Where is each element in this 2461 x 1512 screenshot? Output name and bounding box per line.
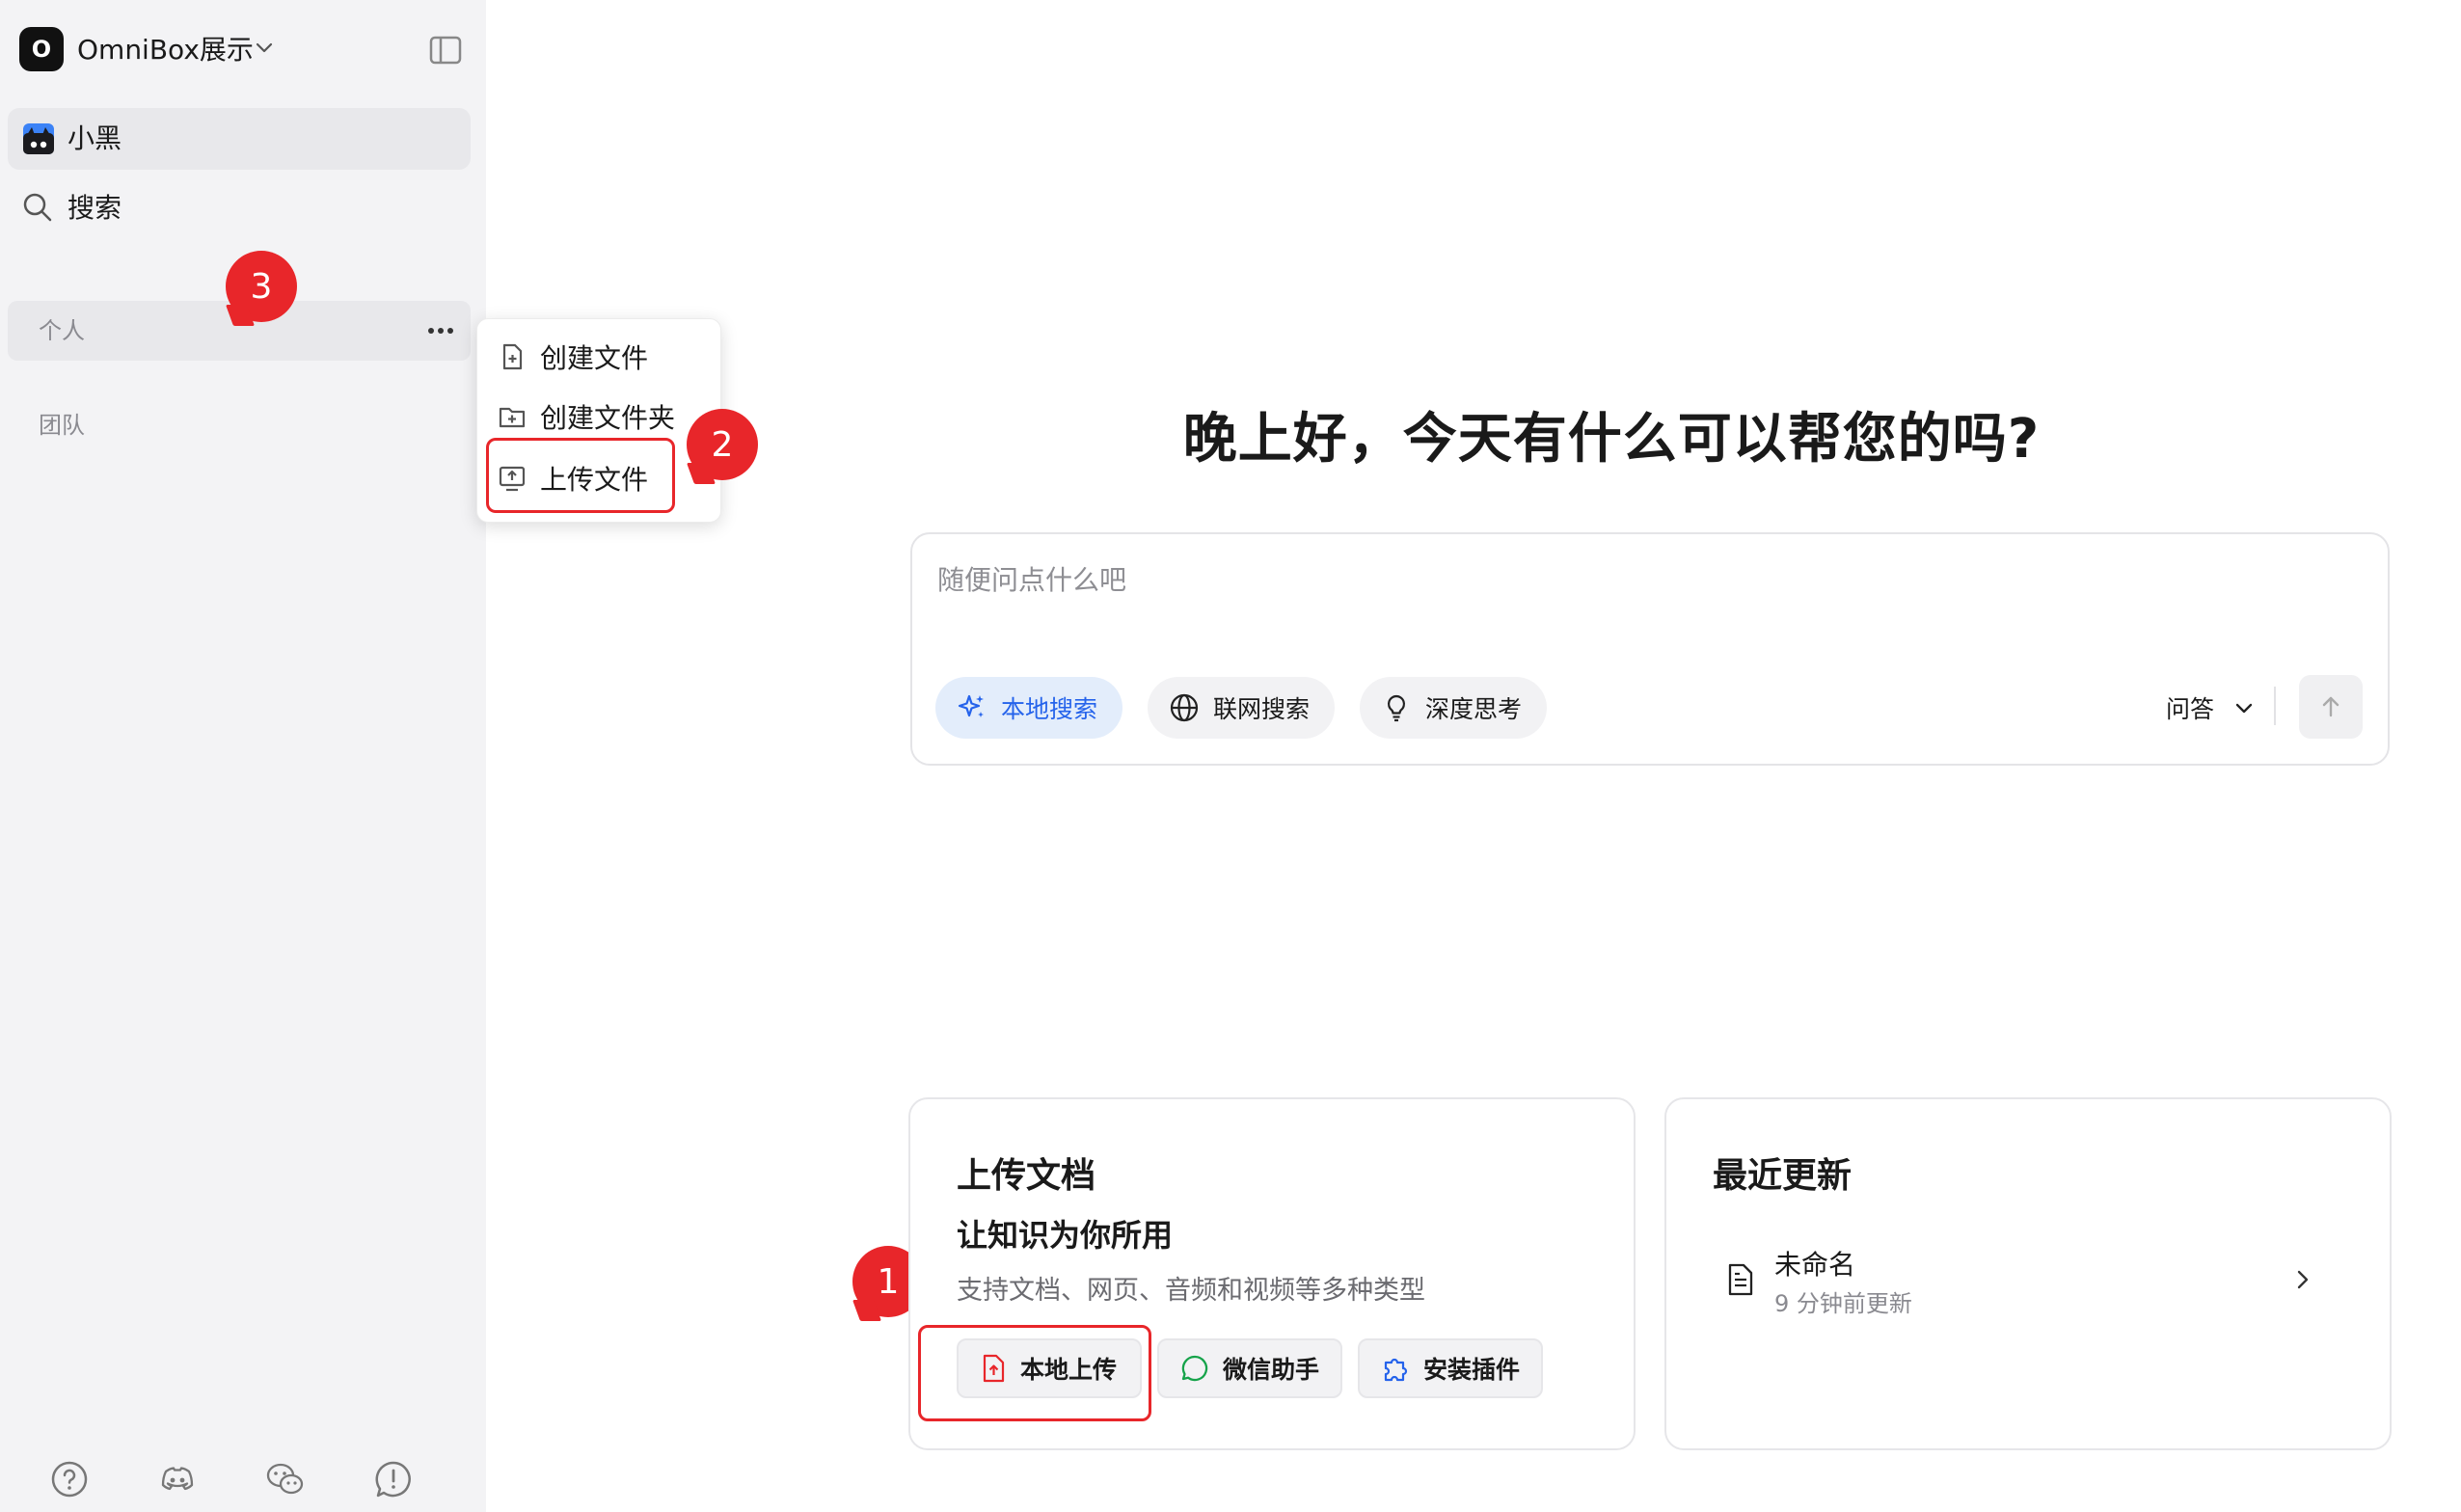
document-icon <box>1726 1263 1755 1296</box>
recent-item-time: 9 分钟前更新 <box>1774 1290 1912 1317</box>
menu-item-create-file[interactable]: 创建文件 <box>498 330 710 384</box>
sidebar-user-name: 小黑 <box>68 122 122 154</box>
chat-input-box[interactable] <box>910 532 2390 766</box>
file-plus-icon <box>498 342 527 371</box>
chevron-down-icon[interactable] <box>2233 698 2255 719</box>
folder-plus-icon <box>498 402 527 431</box>
chat-input-placeholder[interactable]: 随便问点什么吧 <box>937 559 1126 598</box>
lightbulb-icon <box>1381 692 1412 723</box>
pill-label: 深度思考 <box>1425 695 1523 723</box>
pill-label: 本地搜索 <box>1001 695 1098 723</box>
search-icon[interactable] <box>21 191 54 224</box>
callout-step-2: 2 <box>687 409 758 480</box>
callout-step-3: 3 <box>226 251 297 322</box>
puzzle-icon <box>1381 1354 1410 1383</box>
wechat-assistant-button[interactable]: 微信助手 <box>1157 1338 1342 1398</box>
mode-selector[interactable]: 问答 <box>2166 690 2214 725</box>
sidebar-toggle-icon[interactable] <box>428 35 463 66</box>
upload-card-subtitle: 让知识为你所用 <box>957 1217 1174 1254</box>
sparkle-icon <box>957 692 987 723</box>
workspace-logo[interactable]: O <box>19 27 64 71</box>
section-label-personal: 个人 <box>39 317 85 344</box>
chevron-down-icon[interactable] <box>253 37 276 60</box>
page-title: 晚上好，今天有什么可以帮您的吗? <box>1182 408 2041 471</box>
globe-icon <box>1169 692 1200 723</box>
install-plugin-button[interactable]: 安装插件 <box>1358 1338 1543 1398</box>
button-label: 微信助手 <box>1223 1356 1320 1384</box>
pill-web-search[interactable]: 联网搜索 <box>1148 677 1336 739</box>
chat-bubble-icon <box>1180 1354 1209 1383</box>
help-icon[interactable] <box>50 1460 89 1498</box>
recent-item-title: 未命名 <box>1774 1249 1856 1281</box>
more-options-icon[interactable] <box>424 314 457 347</box>
chevron-right-icon[interactable] <box>2291 1267 2314 1292</box>
discord-icon[interactable] <box>158 1460 197 1498</box>
workspace-name[interactable]: OmniBox展示 <box>77 29 254 71</box>
divider <box>2274 687 2276 725</box>
pill-local-search[interactable]: 本地搜索 <box>935 677 1123 739</box>
sidebar-item-search[interactable]: 搜索 <box>68 189 122 228</box>
wechat-icon[interactable] <box>264 1460 304 1498</box>
avatar <box>23 123 54 154</box>
menu-item-label: 创建文件夹 <box>540 402 676 434</box>
upload-card-title: 上传文档 <box>957 1156 1096 1196</box>
highlight-upload-file <box>486 438 675 513</box>
feedback-icon[interactable] <box>374 1460 413 1498</box>
button-label: 安装插件 <box>1423 1356 1521 1384</box>
menu-item-label: 创建文件 <box>540 342 649 374</box>
highlight-local-upload <box>918 1325 1151 1421</box>
menu-item-create-folder[interactable]: 创建文件夹 <box>498 390 710 444</box>
section-label-team[interactable]: 团队 <box>39 409 85 442</box>
pill-label: 联网搜索 <box>1213 695 1311 723</box>
pill-deep-thinking[interactable]: 深度思考 <box>1360 677 1548 739</box>
arrow-up-icon <box>2318 694 2343 719</box>
recent-card-title: 最近更新 <box>1713 1156 1853 1196</box>
upload-card-description: 支持文档、网页、音频和视频等多种类型 <box>957 1276 1425 1306</box>
send-button[interactable] <box>2299 675 2363 739</box>
